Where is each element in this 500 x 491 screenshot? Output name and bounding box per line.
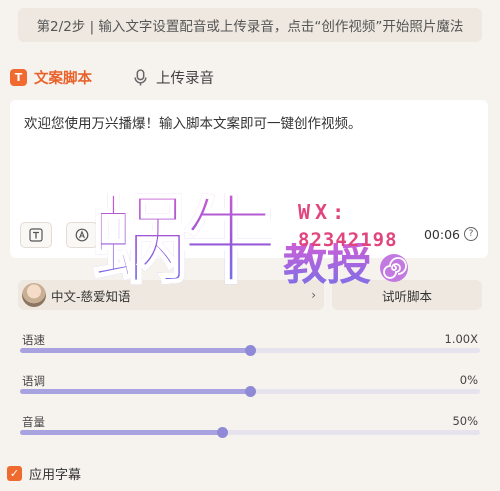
speed-slider-fill [20,348,250,353]
speed-slider[interactable] [20,345,480,356]
chevron-right-icon: › [311,288,316,302]
volume-value: 50% [452,414,478,428]
tab-upload-audio[interactable]: 上传录音 [132,67,214,88]
script-text[interactable]: 欢迎您使用万兴播爆！输入脚本文案即可一键创作视频。 [24,112,362,132]
volume-label: 音量 [22,415,45,429]
text-format-icon [29,228,43,242]
input-mode-tabs: T 文案脚本 上传录音 [10,62,214,92]
tab-upload-audio-label: 上传录音 [156,70,214,87]
voice-avatar [22,283,46,307]
help-icon[interactable]: ? [464,227,478,241]
watermark-logo-text: 蜗牛 [91,185,279,297]
watermark-number: 82342198 [298,229,398,251]
watermark-wx-label: WX: [298,200,350,224]
speed-value: 1.00X [444,332,478,346]
script-duration: 00:06 [423,227,460,242]
text-t-icon: T [10,68,27,86]
pitch-slider-handle[interactable] [245,386,256,397]
speed-label: 语速 [22,333,45,347]
tab-text-script-label: 文案脚本 [34,70,92,87]
snail-shell-icon [380,254,408,282]
volume-slider-fill [20,430,223,435]
subtitle-label: 应用字幕 [29,468,82,483]
volume-slider-handle[interactable] [217,427,229,438]
pitch-slider-fill [20,389,250,394]
tab-text-script[interactable]: T 文案脚本 [10,67,92,88]
subtitle-checkbox[interactable]: ✓ [7,466,22,481]
pitch-label: 语调 [22,374,45,388]
ai-write-icon [75,228,89,242]
apply-subtitle-option[interactable]: ✓ 应用字幕 [7,464,81,483]
text-format-button[interactable] [20,222,52,248]
microphone-icon [134,68,147,85]
pitch-value: 0% [459,373,478,387]
speed-slider-handle[interactable] [245,345,256,356]
listen-script-label: 试听脚本 [381,288,432,304]
pitch-slider[interactable] [20,386,480,397]
step-banner: 第2/2步 | 输入文字设置配音或上传录音，点击“创作视频”开始照片魔法 [18,8,482,42]
volume-slider[interactable] [20,427,480,438]
